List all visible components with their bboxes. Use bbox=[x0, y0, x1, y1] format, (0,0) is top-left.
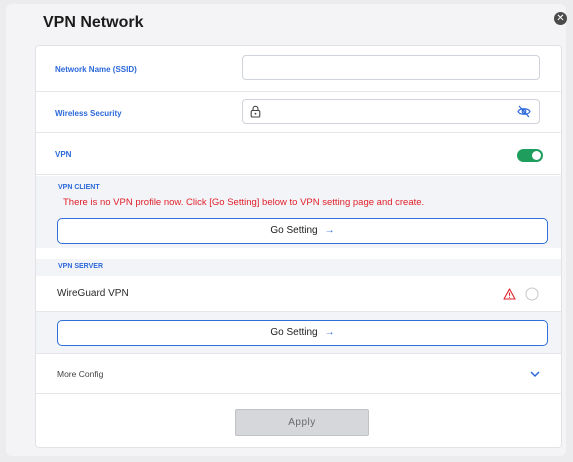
more-config-row[interactable]: More Config bbox=[36, 353, 561, 394]
vpn-client-section: VPN CLIENT There is no VPN profile now. … bbox=[36, 176, 561, 248]
warning-icon bbox=[503, 288, 516, 300]
settings-card: Network Name (SSID) Wireless Security VP… bbox=[35, 45, 562, 448]
vpn-server-header: VPN SERVER bbox=[36, 259, 561, 276]
wireguard-radio[interactable] bbox=[525, 287, 539, 301]
security-row: Wireless Security bbox=[36, 92, 561, 133]
chevron-down-icon[interactable] bbox=[530, 371, 540, 378]
lock-icon bbox=[250, 105, 261, 118]
go-setting-label: Go Setting bbox=[270, 327, 318, 338]
security-password-input[interactable] bbox=[242, 99, 540, 124]
vpn-client-go-setting-button[interactable]: Go Setting → bbox=[57, 218, 548, 244]
apply-button[interactable]: Apply bbox=[235, 409, 369, 436]
arrow-right-icon: → bbox=[324, 327, 335, 338]
eye-off-icon[interactable] bbox=[517, 105, 531, 118]
vpn-server-setting-area: Go Setting → bbox=[36, 312, 561, 353]
wireguard-row[interactable]: WireGuard VPN bbox=[36, 276, 561, 312]
wireguard-label: WireGuard VPN bbox=[57, 288, 129, 299]
dialog-title: VPN Network bbox=[43, 14, 144, 31]
close-icon[interactable]: ✕ bbox=[554, 12, 567, 25]
more-config-label: More Config bbox=[57, 369, 104, 379]
vpn-toggle-knob bbox=[532, 151, 541, 160]
arrow-right-icon: → bbox=[324, 225, 335, 236]
security-label: Wireless Security bbox=[55, 109, 122, 118]
vpn-row: VPN bbox=[36, 133, 561, 175]
vpn-client-title: VPN CLIENT bbox=[58, 184, 100, 191]
vpn-label: VPN bbox=[55, 150, 72, 159]
vpn-server-go-setting-button[interactable]: Go Setting → bbox=[57, 320, 548, 346]
ssid-label: Network Name (SSID) bbox=[55, 65, 137, 74]
vpn-client-warning: There is no VPN profile now. Click [Go S… bbox=[63, 197, 425, 208]
ssid-row: Network Name (SSID) bbox=[36, 46, 561, 92]
vpn-network-dialog: VPN Network ✕ Network Name (SSID) Wirele… bbox=[6, 4, 567, 456]
ssid-input[interactable] bbox=[242, 55, 540, 80]
go-setting-label: Go Setting bbox=[270, 225, 318, 236]
vpn-toggle[interactable] bbox=[517, 149, 543, 162]
vpn-server-title: VPN SERVER bbox=[58, 263, 103, 270]
